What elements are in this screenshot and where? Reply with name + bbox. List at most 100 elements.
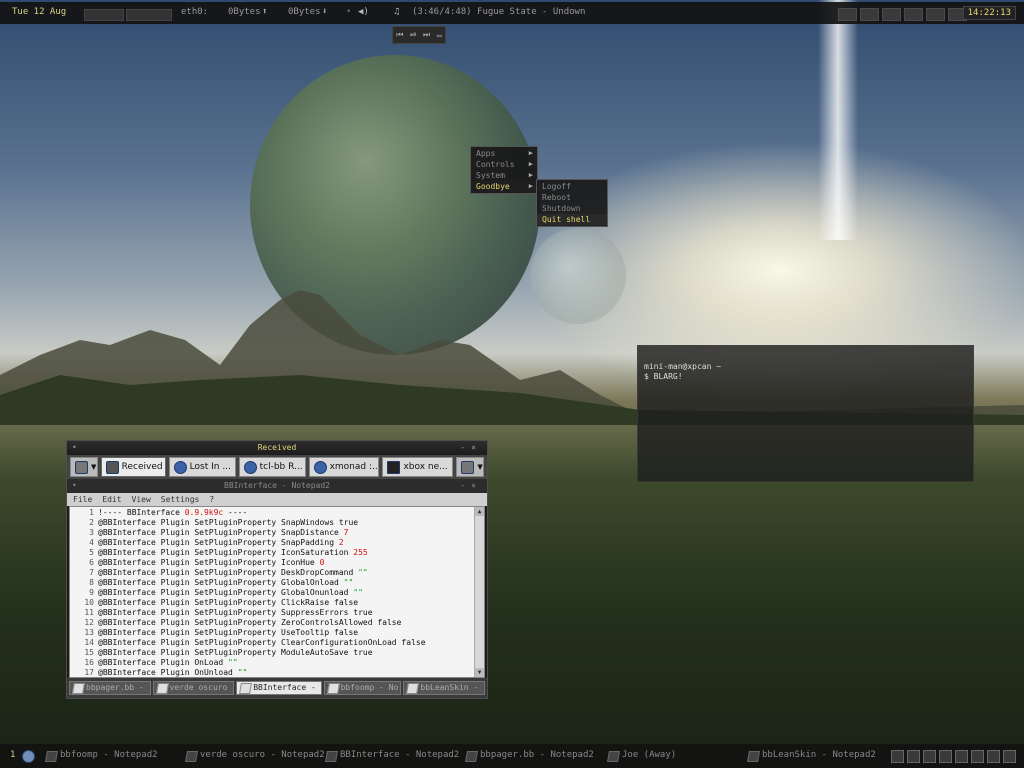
menu-item-reboot[interactable]: Reboot [537,192,607,203]
scroll-down-icon[interactable]: ▼ [475,668,484,677]
globe-icon[interactable] [22,750,35,763]
window-menu-icon[interactable]: • [72,441,77,455]
goodbye-submenu: Logoff Reboot Shutdown Quit shell [536,179,608,227]
tab-lost-in[interactable]: Lost In ... [168,457,236,477]
line-text: @BBInterface Plugin SetPluginProperty Su… [98,608,373,617]
menu-item-goodbye[interactable]: Goodbye ▶ [471,181,537,192]
menu-item-logoff[interactable]: Logoff [537,181,607,192]
line-number: 4 [89,538,94,547]
tab-tcl-bb[interactable]: tcl-bb R... [238,457,306,477]
editor-line: 13 @BBInterface Plugin SetPluginProperty … [70,628,484,638]
terminal-command: $ BLARG! [644,372,683,381]
network-tray-icon[interactable] [923,750,936,763]
play-pause-icon[interactable]: ⏯ [410,30,416,40]
line-number: 13 [84,628,94,637]
pager-workspace-1[interactable] [838,8,857,21]
menu-view[interactable]: View [132,493,151,506]
task-joe-away[interactable]: Joe (Away) [608,750,676,760]
menu-item-controls[interactable]: Controls ▶ [471,159,537,170]
messenger-tray-icon[interactable] [939,750,952,763]
terminal-tray-icon[interactable] [891,750,904,763]
pager-workspace-4[interactable] [904,8,923,21]
tab-list-dropdown[interactable]: ▼ [70,457,98,477]
previous-track-icon[interactable]: ⏮ [396,30,403,40]
submenu-arrow-icon: ▶ [528,149,533,157]
menu-item-shutdown[interactable]: Shutdown [537,203,607,214]
globe-icon [173,460,187,474]
settings-tray-icon[interactable] [971,750,984,763]
editor-lines: 1 !---- BBInterface 0.9.9k9c ---- 2 @BBInte… [70,507,484,677]
task-bbinterface[interactable]: BBInterface - Notepad2 [326,750,459,760]
upload-rate: 0Bytes [288,7,321,17]
editor-line: 9 @BBInterface Plugin SetPluginProperty G… [70,588,484,598]
menu-settings[interactable]: Settings [161,493,200,506]
file-tab-bbpager[interactable]: bbpager.bb - ... [69,681,151,695]
terminal-window[interactable]: mini-man@xpcan ~ $ BLARG! [637,345,974,482]
task-bbfoomp[interactable]: bbfoomp - Notepad2 [46,750,158,760]
tab-overflow-dropdown[interactable]: ▼ [456,457,484,477]
menu-edit[interactable]: Edit [102,493,121,506]
menu-item-quit-shell[interactable]: Quit shell [537,214,607,225]
line-number: 8 [89,578,94,587]
notepad-title-bar[interactable]: • BBInterface - Notepad2 -× [67,479,487,493]
notepad-menubar: File Edit View Settings ? [67,493,487,506]
tab-xbox[interactable]: xbox ne... [382,457,454,477]
line-number: 12 [84,618,94,627]
received-title-bar[interactable]: • Received -× [67,441,487,455]
window-list-icon [75,460,88,474]
line-text: @BBInterface Plugin SetPluginProperty Ze… [98,618,402,627]
submenu-arrow-icon: ▶ [528,182,533,190]
power-tray-icon[interactable] [1003,750,1016,763]
task-bbleanskin[interactable]: bbLeanSkin - Notepad2 [748,750,876,760]
line-text: @BBInterface Plugin SetPluginProperty Ic… [98,548,354,557]
line-number: 11 [84,608,94,617]
editor-text-area[interactable]: 1 !---- BBInterface 0.9.9k9c ---- 2 @BBInte… [69,506,485,678]
menu-item-system[interactable]: System ▶ [471,170,537,181]
next-track-icon[interactable]: ⏭ [423,30,430,40]
received-tab-strip: ▼ Received Lost In ... tcl-bb R... xmona… [67,455,487,479]
menu-file[interactable]: File [73,493,92,506]
tab-xmonad[interactable]: xmonad :... [308,457,380,477]
line-number: 17 [84,668,94,677]
line-value: 7 [343,528,349,537]
upload-arrow-icon: ⬇ [322,7,328,17]
line-value: "" [237,668,248,677]
line-text: @BBInterface Plugin OnUnload [98,668,238,677]
scroll-up-icon[interactable]: ▲ [475,507,484,516]
display-tray-icon[interactable] [987,750,1000,763]
editor-line: 10 @BBInterface Plugin SetPluginProperty … [70,598,484,608]
workspace-number[interactable]: 1 [10,750,15,760]
file-tab-bbleanskin[interactable]: bbLeanSkin - ... [403,681,485,695]
editor-line: 2 @BBInterface Plugin SetPluginProperty S… [70,518,484,528]
pager-workspace-5[interactable] [926,8,945,21]
volume-icon[interactable]: ◀) [358,7,369,17]
notepad-tray-icon[interactable] [907,750,920,763]
tab-received[interactable]: Received [100,457,166,477]
line-value: "" [353,588,363,597]
vertical-scrollbar[interactable]: ▲ ▼ [474,507,484,677]
line-text: @BBInterface Plugin SetPluginProperty Ic… [98,558,320,567]
open-folder-icon[interactable]: ▭ [437,31,442,40]
file-tab-bbfoomp[interactable]: bbfoomp - No... [323,681,402,695]
download-arrow-icon: ⬆ [262,7,268,17]
line-number: 1 [89,508,94,517]
task-verde-oscuro[interactable]: verde oscuro - Notepad2 [186,750,325,760]
file-tab-bbinterface[interactable]: BBInterface - ... [236,681,322,695]
now-playing-label: (3:46/4:48) Fugue State - Undown [412,7,586,17]
media-tray-icon[interactable] [955,750,968,763]
pager-workspace-2[interactable] [860,8,879,21]
task-bbpager[interactable]: bbpager.bb - Notepad2 [466,750,594,760]
window-menu-icon[interactable]: • [72,479,77,493]
net-interface-label: eth0: [181,7,209,17]
menu-item-apps[interactable]: Apps ▶ [471,148,537,159]
window-controls[interactable]: -× [460,479,482,493]
pager-workspace-3[interactable] [882,8,901,21]
line-tail: ---- [223,508,248,517]
window-controls[interactable]: -× [460,441,482,455]
window-list-icon [461,460,475,474]
cube-icon [387,460,401,474]
file-tab-verde-oscuro[interactable]: verde oscuro ... [152,681,235,695]
menu-help[interactable]: ? [209,493,214,506]
clock: 14:22:13 [962,6,1016,20]
line-number: 2 [89,518,94,527]
